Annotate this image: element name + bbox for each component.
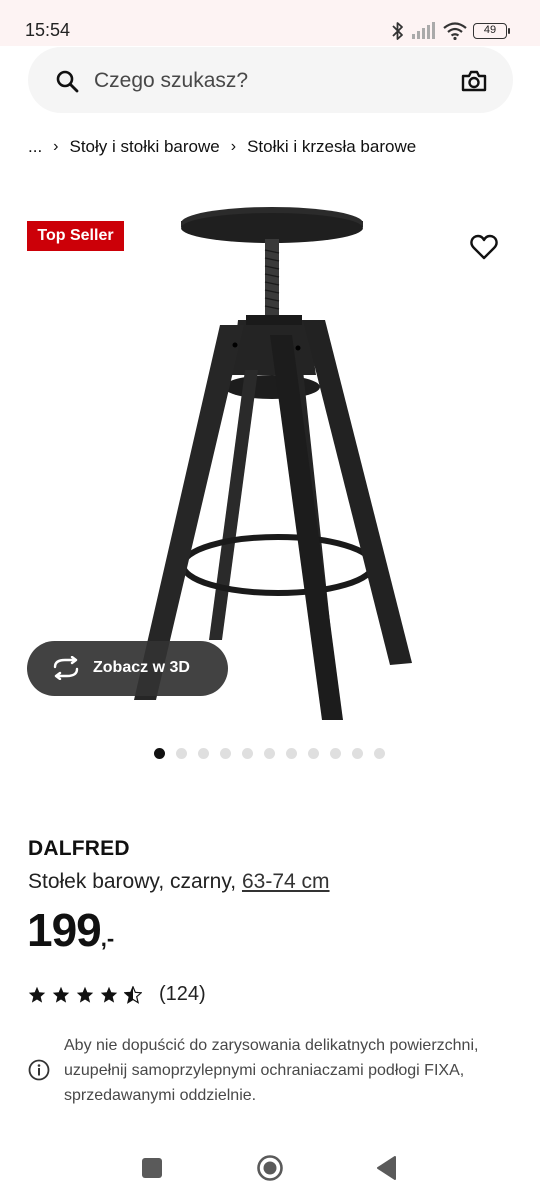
heart-icon[interactable] [470,234,498,260]
star-full-icon [28,986,46,1003]
carousel-dot[interactable] [330,748,341,759]
view-3d-button[interactable]: Zobacz w 3D [27,641,228,696]
search-bar[interactable]: Czego szukasz? [28,47,513,113]
breadcrumb-item[interactable]: Stołki i krzesła barowe [247,137,416,157]
info-icon [28,1059,50,1081]
camera-icon[interactable] [461,69,487,93]
star-full-icon [100,986,118,1003]
view-3d-label: Zobacz w 3D [93,659,190,676]
info-text: Aby nie dopuścić do zarysowania delikatn… [64,1037,479,1104]
carousel-dot[interactable] [176,748,187,759]
product-rating[interactable]: (124) [28,983,206,1006]
carousel-dot[interactable] [220,748,231,759]
system-nav-bar [0,1138,540,1200]
search-icon[interactable] [55,69,79,93]
back-icon[interactable] [375,1155,397,1181]
product-price: 199 ,- [27,904,114,956]
signal-icon [412,22,435,39]
image-carousel-dots [154,748,385,759]
battery-level: 49 [473,23,507,39]
carousel-dot[interactable] [198,748,209,759]
breadcrumb: ... › Stoły i stołki barowe › Stołki i k… [28,137,416,157]
battery-icon: 49 [473,23,510,39]
product-name: DALFRED [28,837,130,860]
status-bar: 15:54 49 [0,0,540,46]
star-full-icon [52,986,70,1003]
breadcrumb-ellipsis[interactable]: ... [28,137,42,157]
star-full-icon [76,986,94,1003]
product-description-text: Stołek barowy, czarny, [28,870,237,893]
price-value: 199 [27,904,102,956]
carousel-dot[interactable] [286,748,297,759]
carousel-dot[interactable] [264,748,275,759]
search-input[interactable]: Czego szukasz? [94,69,248,93]
home-icon[interactable] [256,1154,284,1182]
status-icons: 49 [391,20,510,42]
carousel-dot[interactable] [374,748,385,759]
carousel-dot[interactable] [352,748,363,759]
price-suffix: ,- [100,926,115,951]
carousel-dot[interactable] [242,748,253,759]
carousel-dot[interactable] [154,748,165,759]
wifi-icon [443,22,467,40]
product-description: Stołek barowy, czarny, 63-74 cm [28,870,330,894]
star-half-icon [124,985,142,1004]
recent-apps-icon[interactable] [142,1158,162,1178]
bluetooth-icon [392,22,403,40]
chevron-right-icon: › [230,138,237,155]
rating-count: (124) [159,983,206,1005]
chevron-right-icon: › [53,138,59,155]
rating-stars [28,985,142,1004]
rotate-3d-icon [53,656,79,680]
top-seller-badge: Top Seller [27,221,124,251]
breadcrumb-item[interactable]: Stoły i stołki barowe [70,137,220,157]
product-size-link[interactable]: 63-74 cm [242,870,330,893]
status-time: 15:54 [25,20,71,40]
carousel-dot[interactable] [308,748,319,759]
